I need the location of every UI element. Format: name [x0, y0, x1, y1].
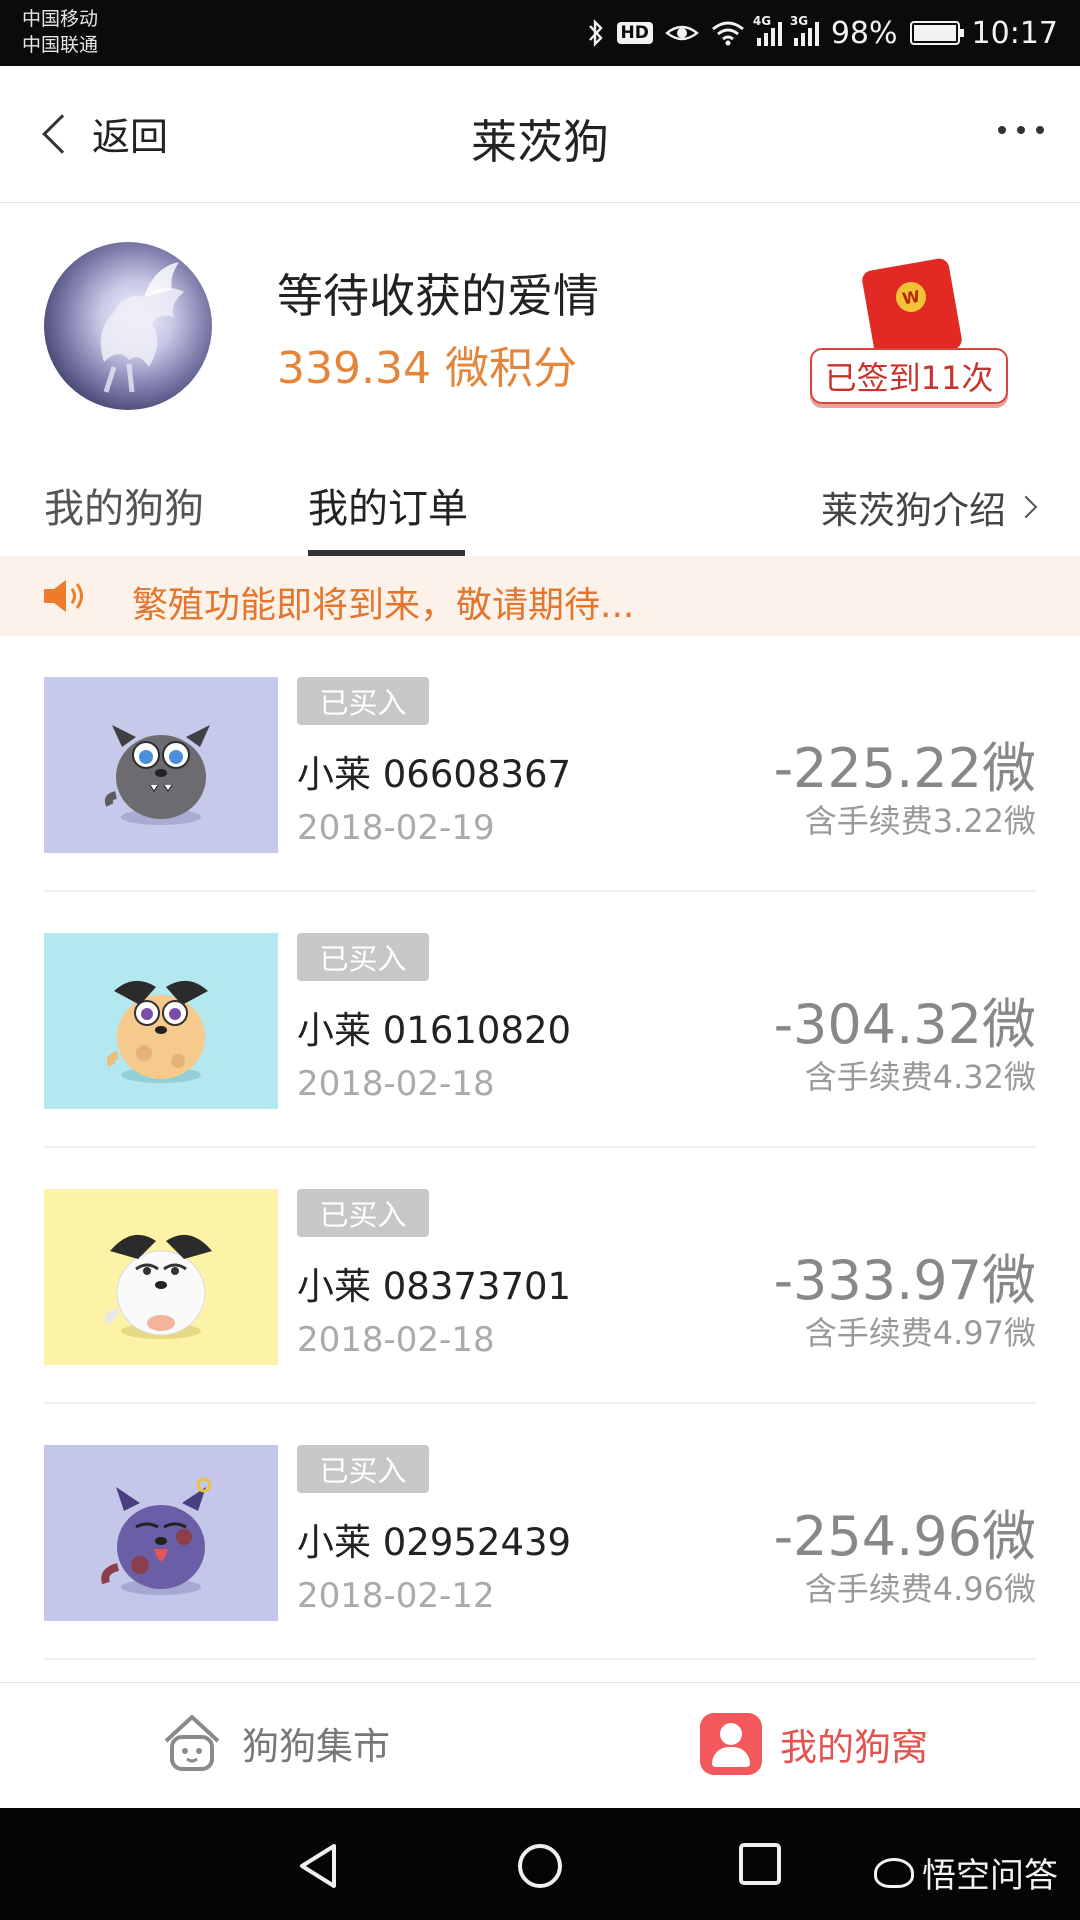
- tab-bar: 我的狗狗 我的订单 莱茨狗介绍: [0, 434, 1080, 556]
- chevron-right-icon: [1014, 495, 1038, 519]
- pegasus-avatar-image: [100, 262, 184, 393]
- dog-name: 小莱 08373701: [297, 1265, 572, 1308]
- status-icons: HD 4G 3G 98% 10:17: [587, 0, 1058, 66]
- status-badge: 已买入: [297, 933, 429, 981]
- order-item[interactable]: 已买入 小莱 08373701 2018-02-18 -333.97微 含手续费…: [0, 1148, 1080, 1404]
- dog-thumbnail: [44, 1445, 278, 1621]
- order-price: -333.97微: [773, 1249, 1036, 1312]
- wukong-logo-icon: [874, 1857, 914, 1888]
- order-price: -254.96微: [773, 1505, 1036, 1568]
- tab-dog-market[interactable]: 狗狗集市: [160, 1713, 390, 1773]
- points-balance: 339.34 微积分: [277, 343, 577, 394]
- order-fee: 含手续费3.22微: [804, 802, 1036, 840]
- more-dot-icon: [1017, 126, 1025, 134]
- dog-name: 小莱 01610820: [297, 1009, 572, 1052]
- dog-thumbnail: [44, 933, 278, 1109]
- carrier-2: 中国联通: [22, 34, 99, 56]
- order-date: 2018-02-12: [297, 1576, 495, 1616]
- order-fee: 含手续费4.97微: [804, 1314, 1036, 1352]
- more-dot-icon: [1036, 126, 1044, 134]
- speaker-icon: [44, 580, 83, 612]
- dog-name: 小莱 06608367: [297, 753, 572, 796]
- net-3g-label: 3G: [789, 14, 809, 28]
- dog-name: 小莱 02952439: [297, 1521, 572, 1564]
- notice-banner: 繁殖功能即将到来，敬请期待...: [0, 556, 1080, 636]
- order-item[interactable]: 已买入 小莱 02952439 2018-02-12 -254.96微 含手续费…: [0, 1404, 1080, 1660]
- signal-4g-icon: 4G: [753, 14, 782, 46]
- watermark: 悟空问答: [874, 1848, 1058, 1897]
- carrier-labels: 中国移动 中国联通: [22, 6, 98, 58]
- page-title: 莱茨狗: [471, 115, 609, 169]
- tab-my-dogs[interactable]: 我的狗狗: [44, 476, 204, 534]
- order-item[interactable]: 已买入 小莱 01610820 2018-02-18 -304.32微 含手续费…: [0, 892, 1080, 1148]
- status-bar: 中国移动 中国联通 HD 4G 3G 98% 10:17: [0, 0, 1080, 66]
- more-options-button[interactable]: [998, 126, 1044, 134]
- recents-square-icon[interactable]: [738, 1842, 782, 1886]
- avatar[interactable]: [44, 242, 212, 410]
- home-circle-icon[interactable]: [516, 1842, 564, 1890]
- carrier-1: 中国移动: [22, 8, 99, 30]
- signal-3g-icon: 3G: [790, 14, 819, 46]
- user-profile-icon: [700, 1713, 762, 1775]
- order-fee: 含手续费4.32微: [804, 1058, 1036, 1096]
- more-dot-icon: [998, 126, 1006, 134]
- battery-icon: [909, 21, 964, 45]
- status-badge: 已买入: [297, 1189, 429, 1237]
- order-price: -225.22微: [773, 737, 1036, 800]
- order-date: 2018-02-18: [297, 1064, 495, 1104]
- dog-thumbnail: [44, 677, 278, 853]
- hd-icon: HD: [616, 22, 653, 44]
- order-price: -304.32微: [773, 993, 1036, 1056]
- status-badge: 已买入: [297, 677, 429, 725]
- clock: 10:17: [971, 15, 1058, 51]
- tab-my-nest-label: 我的狗窝: [780, 1726, 928, 1769]
- dog-house-icon: [164, 1715, 220, 1771]
- dog-thumbnail: [44, 1189, 278, 1365]
- bluetooth-icon: [587, 18, 605, 48]
- order-item[interactable]: 已买入 小莱 06608367 2018-02-19 -225.22微 含手续费…: [0, 636, 1080, 892]
- dog-image: [44, 1189, 278, 1365]
- tab-my-nest[interactable]: 我的狗窝: [700, 1713, 928, 1775]
- dog-image: [44, 1445, 278, 1621]
- red-packet-icon[interactable]: W: [860, 252, 964, 363]
- bottom-tab-bar: 狗狗集市 我的狗窝: [0, 1682, 1080, 1808]
- wifi-icon: [711, 20, 745, 46]
- divider: [44, 1658, 1036, 1660]
- net-4g-label: 4G: [752, 14, 772, 28]
- intro-link[interactable]: 莱茨狗介绍: [821, 480, 1038, 534]
- notice-text: 繁殖功能即将到来，敬请期待...: [132, 585, 635, 626]
- status-badge: 已买入: [297, 1445, 429, 1493]
- eye-comfort-icon: [664, 21, 699, 45]
- nav-bar: 返回 莱茨狗: [0, 66, 1080, 203]
- order-date: 2018-02-19: [297, 808, 495, 848]
- back-triangle-icon[interactable]: [296, 1842, 340, 1890]
- watermark-text: 悟空问答: [922, 1856, 1058, 1896]
- dog-image: [44, 677, 278, 853]
- profile-header: 等待收获的爱情 339.34 微积分 W 已签到11次: [0, 204, 1080, 434]
- checkin-badge[interactable]: 已签到11次: [810, 348, 1008, 404]
- tab-my-orders[interactable]: 我的订单: [308, 476, 468, 534]
- tab-dog-market-label: 狗狗集市: [242, 1725, 390, 1768]
- order-fee: 含手续费4.96微: [804, 1570, 1036, 1608]
- dog-image: [44, 933, 278, 1109]
- system-navigation-bar: 悟空问答: [0, 1808, 1080, 1920]
- intro-link-label: 莱茨狗介绍: [821, 489, 1006, 532]
- order-date: 2018-02-18: [297, 1320, 495, 1360]
- username: 等待收获的爱情: [277, 269, 599, 323]
- battery-percent: 98%: [830, 15, 898, 51]
